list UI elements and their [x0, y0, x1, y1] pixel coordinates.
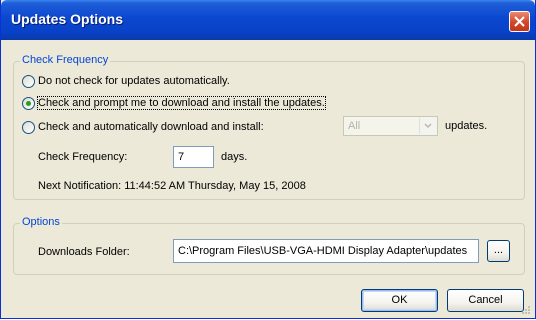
options-legend: Options [20, 216, 62, 228]
chevron-down-icon [424, 123, 432, 129]
dialog-body: Check Frequency Do not check for updates… [2, 40, 534, 318]
browse-label: ... [493, 244, 504, 256]
title-bar[interactable]: Updates Options [1, 0, 535, 40]
window-title: Updates Options [11, 11, 124, 27]
updates-type-value: All [348, 120, 361, 132]
frequency-unit-label: days. [221, 151, 248, 163]
resize-grip-icon[interactable] [521, 305, 531, 315]
check-frequency-legend: Check Frequency [20, 54, 111, 66]
radio-button-selected[interactable] [22, 96, 35, 110]
downloads-folder-value: C:\Program Files\USB-VGA-HDMI Display Ad… [178, 245, 468, 257]
radio-check-and-prompt[interactable]: Check and prompt me to download and inst… [22, 95, 326, 111]
close-button[interactable] [509, 11, 530, 32]
updates-suffix-label: updates. [445, 120, 488, 132]
radio-label: Check and prompt me to download and inst… [37, 96, 326, 110]
radio-do-not-check[interactable]: Do not check for updates automatically. [22, 73, 230, 89]
downloads-folder-input[interactable]: C:\Program Files\USB-VGA-HDMI Display Ad… [173, 239, 479, 263]
updates-type-select[interactable]: All [343, 116, 438, 136]
ok-button[interactable]: OK [361, 289, 438, 312]
radio-button[interactable] [22, 120, 35, 134]
downloads-folder-label: Downloads Folder: [38, 246, 130, 258]
close-icon [514, 16, 525, 27]
radio-label: Check and automatically download and ins… [38, 121, 264, 133]
dropdown-arrow[interactable] [419, 118, 436, 134]
browse-button[interactable]: ... [487, 240, 510, 262]
radio-button[interactable] [22, 74, 35, 88]
next-notification-text: Next Notification: 11:44:52 AM Thursday,… [38, 180, 306, 192]
radio-auto-install[interactable]: Check and automatically download and ins… [22, 119, 264, 135]
cancel-button[interactable]: Cancel [447, 289, 524, 312]
cancel-label: Cancel [468, 294, 503, 306]
frequency-label: Check Frequency: [38, 151, 128, 163]
ok-label: OK [391, 294, 408, 306]
frequency-value: 7 [178, 151, 185, 163]
updates-options-dialog: Updates Options Check Frequency Do not c… [0, 0, 536, 319]
radio-label: Do not check for updates automatically. [38, 75, 230, 87]
frequency-input[interactable]: 7 [173, 146, 214, 168]
